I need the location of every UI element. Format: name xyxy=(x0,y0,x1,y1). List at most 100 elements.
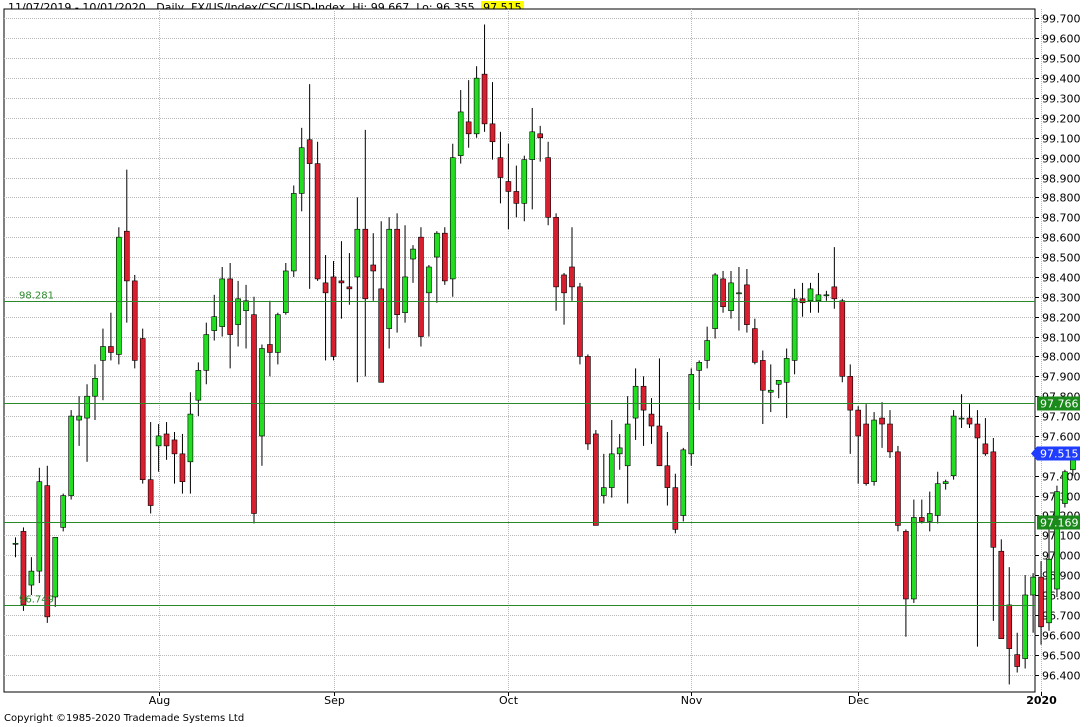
candle-body-down xyxy=(171,439,178,455)
plot-area xyxy=(3,8,1036,693)
x-tick-label: Sep xyxy=(324,694,345,707)
candle-body-up xyxy=(521,159,528,204)
x-tick-label: 2020 xyxy=(1026,694,1057,707)
candle-body-up xyxy=(871,419,877,482)
candle-body-up xyxy=(402,276,408,314)
candle-body-up xyxy=(728,282,734,312)
candle-body-down xyxy=(855,409,862,437)
candle-body-down xyxy=(593,433,599,526)
candle-body-down xyxy=(338,280,345,284)
candle xyxy=(950,410,957,480)
candle-body-up xyxy=(632,385,639,419)
candle-body-down xyxy=(799,298,806,304)
candle-body-up xyxy=(942,481,949,484)
y-tick-label: 97.100 xyxy=(1042,530,1081,543)
candle-body-up xyxy=(1030,576,1036,596)
candle-body-down xyxy=(831,286,838,300)
candle xyxy=(998,539,1005,640)
candle xyxy=(449,143,456,297)
candle-body-up xyxy=(1046,558,1052,624)
y-tick-label: 97.900 xyxy=(1042,371,1081,384)
candle xyxy=(418,227,424,347)
candle-body-down xyxy=(505,181,512,192)
candle-body-down xyxy=(545,157,551,218)
candle-body-up xyxy=(76,415,82,421)
candle-body-up xyxy=(28,570,35,586)
candle-body-up xyxy=(68,415,74,496)
y-tick-label: 99.600 xyxy=(1042,33,1081,46)
candle-body-down xyxy=(418,236,424,337)
y-tick-label: 96.500 xyxy=(1042,650,1081,663)
candle-body-up xyxy=(608,453,615,488)
candle-body-up xyxy=(680,449,687,516)
y-tick-label: 98.900 xyxy=(1042,173,1081,186)
candle-body-down xyxy=(251,314,257,514)
candle-body-down xyxy=(322,282,329,294)
candle-body-down xyxy=(553,216,559,288)
candle-body-down xyxy=(537,133,544,139)
candle-body-up xyxy=(1054,491,1060,590)
candle-body-down xyxy=(362,228,369,300)
candle-body-up xyxy=(926,513,933,522)
candle-body-up xyxy=(219,278,225,327)
candle-body-down xyxy=(163,433,170,447)
candle-body-up xyxy=(84,395,90,419)
y-tick-label: 98.300 xyxy=(1042,292,1081,305)
candle xyxy=(139,328,146,484)
candle-body-down xyxy=(672,487,679,530)
candle xyxy=(593,429,599,526)
candle xyxy=(386,217,392,349)
candle-body-down xyxy=(879,417,885,425)
y-tick-label: 98.700 xyxy=(1042,212,1081,225)
candle-body-down xyxy=(441,232,448,282)
candle-body-down xyxy=(759,360,766,391)
candle-body-down xyxy=(990,451,997,548)
candle-body-up xyxy=(275,314,281,353)
candle-body-up xyxy=(688,374,695,455)
candle-body-down xyxy=(179,453,186,482)
x-tick-label: Nov xyxy=(681,694,703,707)
y-tick-label: 98.400 xyxy=(1042,272,1081,285)
y-tick-label: 99.400 xyxy=(1042,73,1081,86)
candle-body-up xyxy=(410,248,416,260)
candle-body-up xyxy=(950,415,957,477)
candle-body-up xyxy=(354,228,361,278)
candle-body-up xyxy=(791,298,798,361)
x-tick-label: Aug xyxy=(149,694,170,707)
y-tick-label: 98.600 xyxy=(1042,232,1081,245)
candle-body-down xyxy=(966,417,973,425)
candle-body-up xyxy=(426,266,432,294)
candle-body-down xyxy=(489,123,496,143)
candle-body-down xyxy=(314,163,321,280)
candle-body-down xyxy=(656,425,663,467)
last-price-label: 97.515 xyxy=(1040,448,1079,461)
candle-body-up xyxy=(624,423,631,467)
candle-body-up xyxy=(116,236,122,355)
candle-body-up xyxy=(298,147,305,194)
candle-body-up xyxy=(100,346,106,361)
candle xyxy=(712,272,718,339)
y-tick-label: 99.000 xyxy=(1042,153,1081,166)
candle-body-down xyxy=(108,346,114,353)
candle-body-up xyxy=(290,193,297,272)
level-label: 98.281 xyxy=(19,291,54,302)
candle-body-up xyxy=(736,292,742,295)
candle-body-up xyxy=(235,298,241,325)
candle xyxy=(680,447,687,522)
y-tick-label: 98.000 xyxy=(1042,351,1081,364)
candle-body-down xyxy=(648,413,655,427)
candle-body-down xyxy=(577,286,583,357)
candle-body-up xyxy=(529,131,536,160)
candle-body-down xyxy=(895,451,901,526)
candle xyxy=(36,467,43,584)
candle-body-up xyxy=(12,542,19,545)
y-tick-label: 97.600 xyxy=(1042,431,1081,444)
candle xyxy=(282,263,289,315)
candle xyxy=(895,445,901,532)
candle-body-down xyxy=(1014,654,1021,667)
candle-body-up xyxy=(195,370,202,401)
candle-body-up xyxy=(434,232,440,258)
y-tick-label: 97.300 xyxy=(1042,491,1081,504)
y-tick-label: 99.700 xyxy=(1042,13,1081,26)
candle-body-up xyxy=(243,300,249,312)
